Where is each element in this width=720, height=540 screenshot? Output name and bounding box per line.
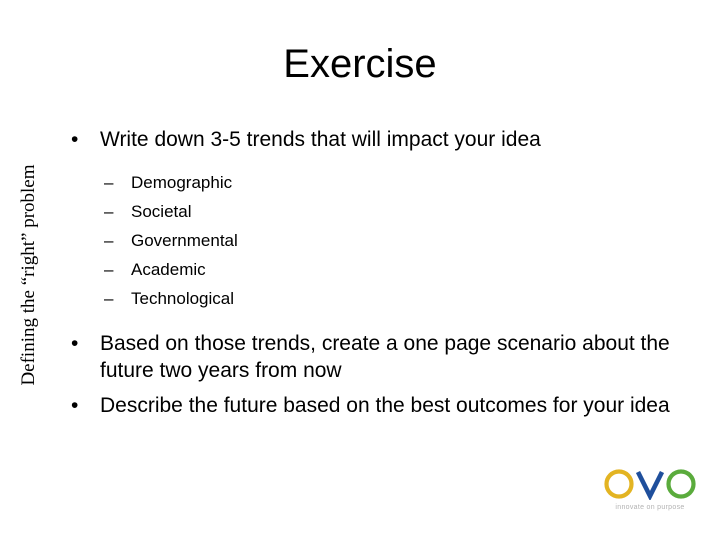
list-item-text: Governmental <box>131 231 238 250</box>
list-item: – Demographic <box>60 168 715 197</box>
ovo-logo-mark <box>604 468 696 502</box>
bullet-marker: • <box>71 128 79 151</box>
logo-letter-o-first <box>604 469 634 499</box>
dash-marker: – <box>104 173 114 192</box>
list-item: – Societal <box>60 197 715 226</box>
dash-marker: – <box>104 202 114 221</box>
ovo-logo-svg <box>604 469 696 502</box>
side-section-label: Defining the “right” problem <box>0 130 58 420</box>
logo-tagline: innovate on purpose <box>615 504 685 511</box>
bullet-marker: • <box>71 394 79 417</box>
side-section-label-text: Defining the “right” problem <box>18 164 39 386</box>
sub-bullet-list: – Demographic – Societal – Governmental … <box>60 168 715 313</box>
bullet-item: • Write down 3-5 trends that will impact… <box>60 126 715 153</box>
list-item-text: Academic <box>131 260 206 279</box>
ovo-logo: innovate on purpose <box>604 468 700 520</box>
bullet-marker: • <box>71 332 79 355</box>
list-item: – Governmental <box>60 226 715 255</box>
bullet-item: • Based on those trends, create a one pa… <box>60 330 715 384</box>
bullet-text: Based on those trends, create a one page… <box>100 332 670 382</box>
bullet-text: Write down 3-5 trends that will impact y… <box>100 128 541 151</box>
list-item-text: Societal <box>131 202 192 221</box>
list-item-text: Technological <box>131 289 235 308</box>
bullet-text: Describe the future based on the best ou… <box>100 394 670 417</box>
list-item-text: Demographic <box>131 173 233 192</box>
page-title: Exercise <box>283 42 437 86</box>
logo-letter-v <box>635 470 665 502</box>
list-item: – Technological <box>60 284 715 313</box>
dash-marker: – <box>104 289 114 308</box>
list-item: – Academic <box>60 255 715 284</box>
bullet-item: • Describe the future based on the best … <box>60 392 715 419</box>
dash-marker: – <box>104 260 114 279</box>
slide-body: • Write down 3-5 trends that will impact… <box>60 126 715 419</box>
slide-canvas: Defining the “right” problem Exercise • … <box>0 0 720 540</box>
logo-letter-o-second <box>666 469 696 499</box>
dash-marker: – <box>104 231 114 250</box>
